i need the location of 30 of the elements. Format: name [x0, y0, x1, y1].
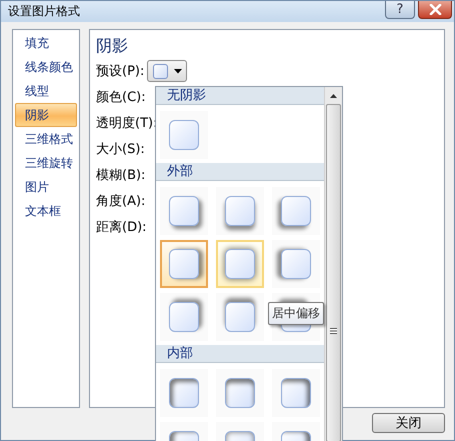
group-header: 外部 [156, 163, 324, 181]
caret-icon [174, 68, 182, 74]
group-header: 内部 [156, 345, 324, 363]
help-button[interactable]: ? [385, 1, 415, 19]
field-label: 颜色(C): [96, 89, 146, 106]
grip-icon [330, 328, 337, 334]
tooltip: 居中偏移 [268, 302, 324, 325]
scrollbar[interactable] [324, 87, 342, 441]
sidebar-item[interactable]: 文本框 [15, 199, 77, 223]
field-label: 角度(A): [96, 193, 146, 210]
scroll-thumb[interactable] [326, 104, 341, 441]
sidebar-item[interactable]: 图片 [15, 175, 77, 199]
sidebar-item[interactable]: 三维格式 [15, 127, 77, 151]
sidebar-item[interactable]: 三维旋转 [15, 151, 77, 175]
field-label: 距离(D): [96, 219, 147, 236]
close-icon [428, 4, 442, 15]
close-dialog-button[interactable]: 关闭 [372, 413, 445, 433]
field-label: 预设(P): [96, 63, 144, 80]
window-title: 设置图片格式 [8, 3, 80, 20]
preset-dropdown[interactable] [147, 60, 188, 82]
field-label: 模糊(B): [96, 167, 146, 184]
sidebar-item[interactable]: 线型 [15, 79, 77, 103]
sidebar-item[interactable]: 线条颜色 [15, 55, 77, 79]
scroll-up-icon[interactable] [330, 94, 337, 98]
group-header: 无阴影 [156, 87, 324, 105]
sidebar-item[interactable]: 填充 [15, 31, 77, 55]
field-label: 大小(S): [96, 141, 145, 158]
section-heading: 阴影 [96, 35, 129, 57]
sidebar-item[interactable]: 阴影 [15, 103, 77, 127]
close-button[interactable] [418, 1, 452, 19]
